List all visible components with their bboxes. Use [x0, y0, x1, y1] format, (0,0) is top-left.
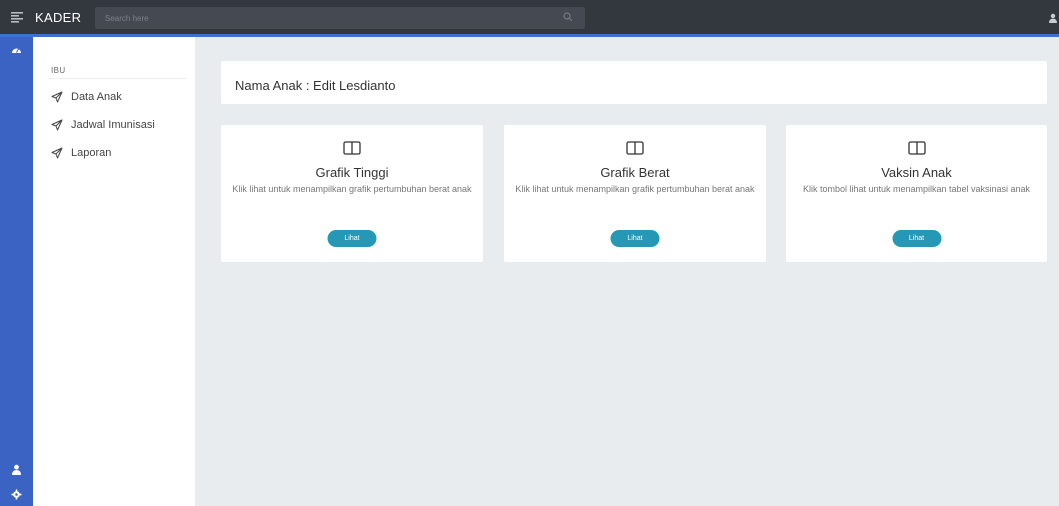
book-open-icon	[907, 141, 926, 155]
sidebar-item-laporan[interactable]: Laporan	[51, 145, 111, 161]
sidebar-section-title: IBU	[51, 66, 66, 75]
divider	[49, 78, 187, 79]
sidebar-item-label: Data Anak	[71, 91, 122, 103]
sidebar-item-label: Laporan	[71, 147, 112, 159]
sidebar-item-jadwal-imunisasi[interactable]: Jadwal Imunisasi	[51, 117, 155, 133]
lihat-button[interactable]: Lihat	[610, 230, 660, 247]
page-title: Nama Anak : Edit Lesdianto	[235, 78, 396, 93]
card-description: Klik lihat untuk menampilkan grafik pert…	[232, 184, 472, 194]
book-open-icon	[343, 141, 361, 155]
search-icon[interactable]	[563, 12, 573, 22]
page-title-card: Nama Anak : Edit Lesdianto	[221, 61, 1047, 104]
sidebar-item-data-anak[interactable]: Data Anak	[51, 89, 122, 105]
icon-rail	[0, 37, 33, 506]
card-description: Klik tombol lihat untuk menampilkan tabe…	[802, 184, 1031, 194]
card-vaksin-anak: Vaksin Anak Klik tombol lihat untuk mena…	[786, 125, 1047, 262]
lihat-button[interactable]: Lihat	[892, 230, 941, 247]
search-input[interactable]	[95, 7, 585, 29]
user-icon[interactable]	[11, 464, 22, 475]
card-title: Vaksin Anak	[881, 165, 952, 180]
card-title: Grafik Tinggi	[315, 165, 389, 180]
top-bar: KADER	[0, 0, 1059, 37]
send-icon	[51, 119, 63, 131]
send-icon	[51, 91, 63, 103]
search-box	[95, 7, 585, 29]
dashboard-icon[interactable]	[11, 45, 22, 56]
lihat-button[interactable]: Lihat	[327, 230, 377, 247]
sidebar-item-label: Jadwal Imunisasi	[71, 119, 155, 131]
sidebar-menu: IBU Data Anak Jadwal Imunisasi Laporan	[33, 37, 195, 506]
gear-icon[interactable]	[11, 489, 22, 500]
book-open-icon	[626, 141, 644, 155]
menu-toggle-icon[interactable]	[10, 10, 24, 24]
send-icon	[51, 147, 63, 159]
app-brand: KADER	[35, 10, 82, 25]
user-icon[interactable]	[1049, 13, 1057, 23]
card-grafik-tinggi: Grafik Tinggi Klik lihat untuk menampilk…	[221, 125, 483, 262]
card-description: Klik lihat untuk menampilkan grafik pert…	[515, 184, 755, 194]
card-title: Grafik Berat	[600, 165, 670, 180]
card-grafik-berat: Grafik Berat Klik lihat untuk menampilka…	[504, 125, 766, 262]
